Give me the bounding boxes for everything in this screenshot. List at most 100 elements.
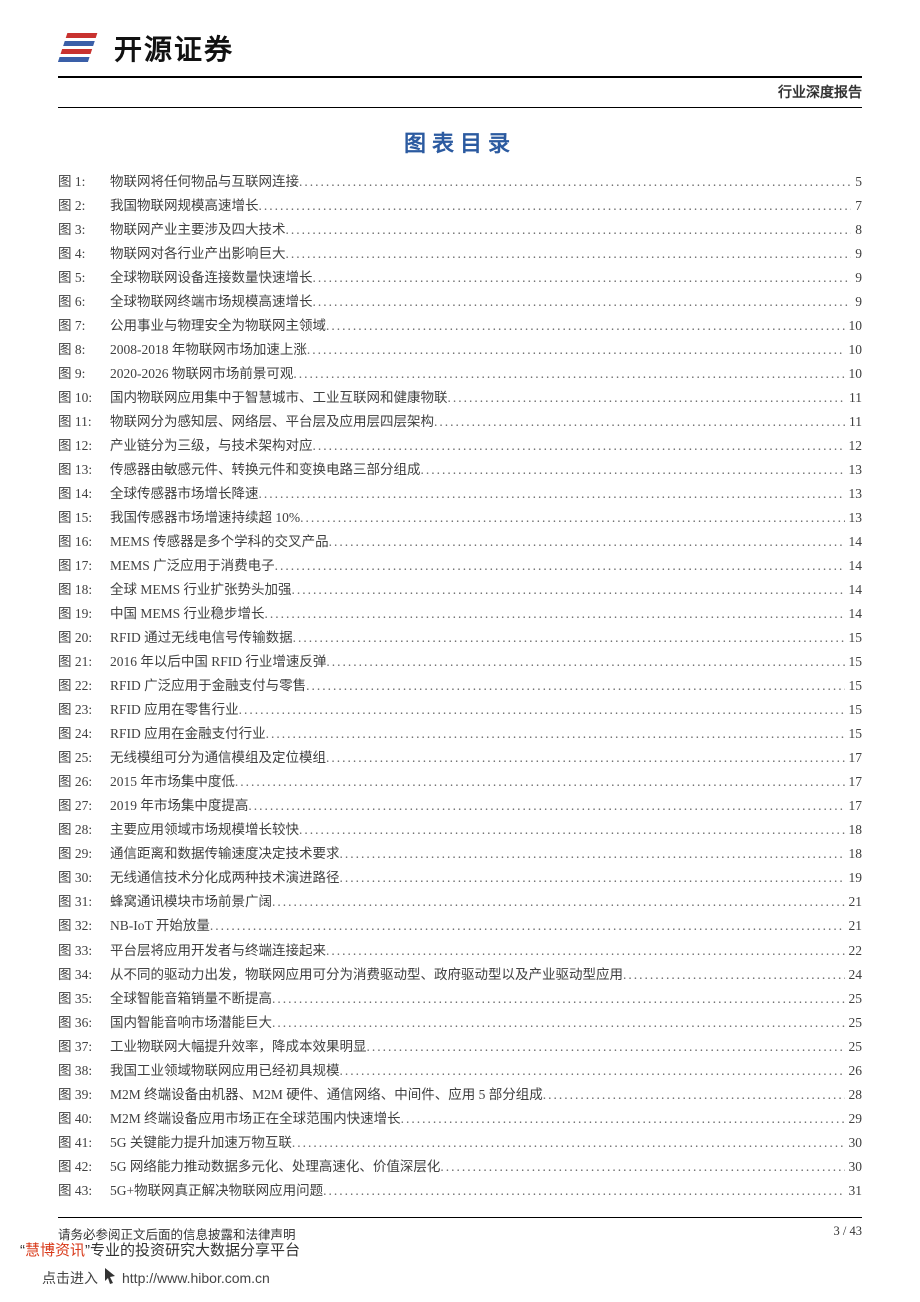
toc-label: 图 39: — [58, 1083, 110, 1107]
toc-label: 图 18: — [58, 578, 110, 602]
toc-row[interactable]: 图 12:产业链分为三级，与技术架构对应 12 — [58, 434, 862, 458]
toc-entry-title: 通信距离和数据传输速度决定技术要求 — [110, 842, 340, 866]
toc-row[interactable]: 图 14:全球传感器市场增长降速 13 — [58, 482, 862, 506]
toc-page-number: 13 — [845, 506, 863, 530]
toc-leader — [259, 194, 852, 218]
toc-leader — [340, 866, 845, 890]
toc-page-number: 7 — [851, 194, 862, 218]
toc-page-number: 5 — [851, 170, 862, 194]
toc-leader — [340, 842, 845, 866]
toc-leader — [248, 794, 844, 818]
promo-url[interactable]: http://www.hibor.com.cn — [122, 1270, 270, 1286]
toc-row[interactable]: 图 9:2020-2026 物联网市场前景可观 10 — [58, 362, 862, 386]
toc-row[interactable]: 图 4:物联网对各行业产出影响巨大 9 — [58, 242, 862, 266]
toc-row[interactable]: 图 19:中国 MEMS 行业稳步增长 14 — [58, 602, 862, 626]
toc-label: 图 42: — [58, 1155, 110, 1179]
toc-row[interactable]: 图 27:2019 年市场集中度提高 17 — [58, 794, 862, 818]
toc-row[interactable]: 图 13:传感器由敏感元件、转换元件和变换电路三部分组成 13 — [58, 458, 862, 482]
toc-row[interactable]: 图 35:全球智能音箱销量不断提高 25 — [58, 987, 862, 1011]
toc-row[interactable]: 图 40:M2M 终端设备应用市场正在全球范围内快速增长 29 — [58, 1107, 862, 1131]
toc-leader — [292, 578, 845, 602]
toc-entry-title: 2008-2018 年物联网市场加速上涨 — [110, 338, 307, 362]
toc-row[interactable]: 图 20:RFID 通过无线电信号传输数据 15 — [58, 626, 862, 650]
toc-row[interactable]: 图 10:国内物联网应用集中于智慧城市、工业互联网和健康物联 11 — [58, 386, 862, 410]
toc-entry-title: 无线通信技术分化成两种技术演进路径 — [110, 866, 340, 890]
toc-entry-title: MEMS 传感器是多个学科的交叉产品 — [110, 530, 329, 554]
toc-page-number: 15 — [845, 650, 863, 674]
toc-page-number: 15 — [845, 626, 863, 650]
toc-label: 图 30: — [58, 866, 110, 890]
toc-row[interactable]: 图 37:工业物联网大幅提升效率，降成本效果明显 25 — [58, 1035, 862, 1059]
toc-row[interactable]: 图 3:物联网产业主要涉及四大技术 8 — [58, 218, 862, 242]
toc-entry-title: 中国 MEMS 行业稳步增长 — [110, 602, 265, 626]
toc-row[interactable]: 图 30:无线通信技术分化成两种技术演进路径 19 — [58, 866, 862, 890]
toc-entry-title: 全球物联网终端市场规模高速增长 — [110, 290, 313, 314]
toc-entry-title: 5G 关键能力提升加速万物互联 — [110, 1131, 292, 1155]
toc-row[interactable]: 图 21:2016 年以后中国 RFID 行业增速反弹 15 — [58, 650, 862, 674]
toc-entry-title: 全球传感器市场增长降速 — [110, 482, 259, 506]
toc-row[interactable]: 图 29:通信距离和数据传输速度决定技术要求 18 — [58, 842, 862, 866]
toc-row[interactable]: 图 23:RFID 应用在零售行业 15 — [58, 698, 862, 722]
toc-entry-title: 无线模组可分为通信模组及定位模组 — [110, 746, 326, 770]
toc-row[interactable]: 图 43:5G+物联网真正解决物联网应用问题 31 — [58, 1179, 862, 1203]
toc-entry-title: 物联网对各行业产出影响巨大 — [110, 242, 286, 266]
toc-row[interactable]: 图 39:M2M 终端设备由机器、M2M 硬件、通信网络、中间件、应用 5 部分… — [58, 1083, 862, 1107]
toc-entry-title: M2M 终端设备由机器、M2M 硬件、通信网络、中间件、应用 5 部分组成 — [110, 1083, 543, 1107]
toc-row[interactable]: 图 2:我国物联网规模高速增长 7 — [58, 194, 862, 218]
toc-page-number: 15 — [845, 674, 863, 698]
toc-row[interactable]: 图 22:RFID 广泛应用于金融支付与零售 15 — [58, 674, 862, 698]
toc-entry-title: 从不同的驱动力出发，物联网应用可分为消费驱动型、政府驱动型以及产业驱动型应用 — [110, 963, 623, 987]
toc-entry-title: 平台层将应用开发者与终端连接起来 — [110, 939, 326, 963]
toc-row[interactable]: 图 25:无线模组可分为通信模组及定位模组 17 — [58, 746, 862, 770]
toc-entry-title: 5G 网络能力推动数据多元化、处理高速化、价值深层化 — [110, 1155, 440, 1179]
toc-leader — [286, 218, 852, 242]
toc-row[interactable]: 图 32:NB-IoT 开始放量 21 — [58, 914, 862, 938]
toc-row[interactable]: 图 36:国内智能音响市场潜能巨大 25 — [58, 1011, 862, 1035]
toc-label: 图 27: — [58, 794, 110, 818]
toc-row[interactable]: 图 8:2008-2018 年物联网市场加速上涨 10 — [58, 338, 862, 362]
toc-row[interactable]: 图 38:我国工业领域物联网应用已经初具规模 26 — [58, 1059, 862, 1083]
toc-leader — [299, 170, 851, 194]
toc-leader — [300, 506, 844, 530]
toc-row[interactable]: 图 34:从不同的驱动力出发，物联网应用可分为消费驱动型、政府驱动型以及产业驱动… — [58, 963, 862, 987]
toc-row[interactable]: 图 17:MEMS 广泛应用于消费电子 14 — [58, 554, 862, 578]
toc-row[interactable]: 图 42:5G 网络能力推动数据多元化、处理高速化、价值深层化 30 — [58, 1155, 862, 1179]
toc-row[interactable]: 图 15:我国传感器市场增速持续超 10% 13 — [58, 506, 862, 530]
toc-page-number: 17 — [845, 794, 863, 818]
toc-label: 图 43: — [58, 1179, 110, 1203]
toc-row[interactable]: 图 1:物联网将任何物品与互联网连接 5 — [58, 170, 862, 194]
toc-label: 图 41: — [58, 1131, 110, 1155]
toc-row[interactable]: 图 31:蜂窝通讯模块市场前景广阔 21 — [58, 890, 862, 914]
toc-row[interactable]: 图 6:全球物联网终端市场规模高速增长 9 — [58, 290, 862, 314]
toc-entry-title: 国内物联网应用集中于智慧城市、工业互联网和健康物联 — [110, 386, 448, 410]
toc-row[interactable]: 图 33:平台层将应用开发者与终端连接起来 22 — [58, 939, 862, 963]
toc-entry-title: 我国工业领域物联网应用已经初具规模 — [110, 1059, 340, 1083]
toc-entry-title: 全球智能音箱销量不断提高 — [110, 987, 272, 1011]
toc-label: 图 13: — [58, 458, 110, 482]
toc-label: 图 31: — [58, 890, 110, 914]
toc-row[interactable]: 图 26:2015 年市场集中度低 17 — [58, 770, 862, 794]
toc-row[interactable]: 图 41:5G 关键能力提升加速万物互联 30 — [58, 1131, 862, 1155]
toc-page-number: 30 — [845, 1155, 863, 1179]
toc-row[interactable]: 图 11:物联网分为感知层、网络层、平台层及应用层四层架构 11 — [58, 410, 862, 434]
toc-page-number: 12 — [845, 434, 863, 458]
toc-label: 图 25: — [58, 746, 110, 770]
toc-label: 图 16: — [58, 530, 110, 554]
toc-row[interactable]: 图 18:全球 MEMS 行业扩张势头加强 14 — [58, 578, 862, 602]
toc-row[interactable]: 图 5:全球物联网设备连接数量快速增长 9 — [58, 266, 862, 290]
toc-leader — [293, 362, 844, 386]
toc-row[interactable]: 图 7:公用事业与物理安全为物联网主领域 10 — [58, 314, 862, 338]
toc-row[interactable]: 图 28:主要应用领域市场规模增长较快 18 — [58, 818, 862, 842]
toc-leader — [265, 602, 845, 626]
toc-label: 图 6: — [58, 290, 110, 314]
toc-row[interactable]: 图 16:MEMS 传感器是多个学科的交叉产品 14 — [58, 530, 862, 554]
table-of-contents: 图 1:物联网将任何物品与互联网连接 5图 2:我国物联网规模高速增长 7图 3… — [58, 170, 862, 1203]
toc-page-number: 31 — [845, 1179, 863, 1203]
toc-leader — [326, 650, 844, 674]
toc-row[interactable]: 图 24:RFID 应用在金融支付行业 15 — [58, 722, 862, 746]
toc-page-number: 13 — [845, 482, 863, 506]
toc-leader — [326, 939, 845, 963]
toc-page-number: 14 — [845, 578, 863, 602]
header: 开源证券 — [58, 28, 862, 74]
toc-label: 图 12: — [58, 434, 110, 458]
